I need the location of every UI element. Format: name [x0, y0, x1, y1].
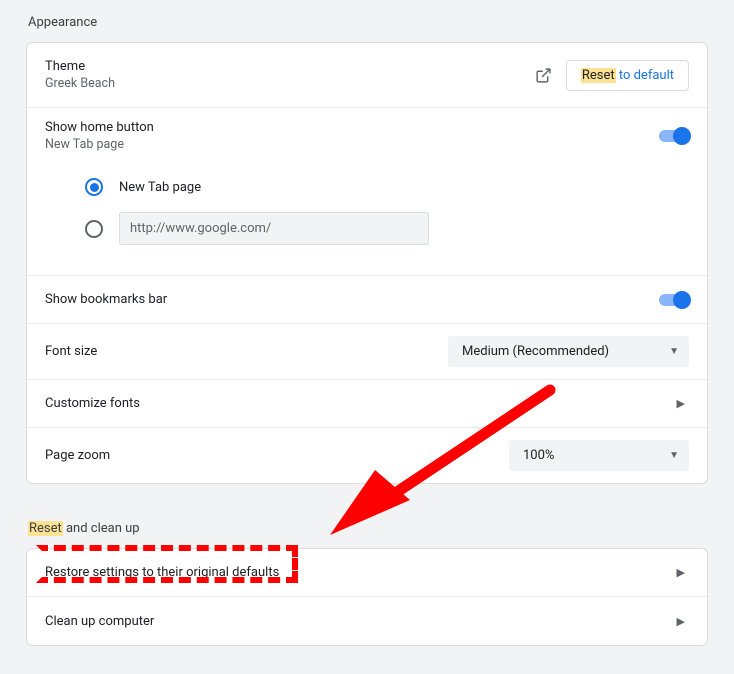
- font-size-row: Font size Medium (Recommended) ▼: [27, 324, 707, 380]
- chevron-right-icon: ▶: [677, 615, 689, 628]
- caret-down-icon: ▼: [669, 346, 679, 357]
- restore-settings-label: Restore settings to their original defau…: [45, 565, 279, 580]
- appearance-section-title: Appearance: [28, 15, 708, 30]
- theme-label-stack: Theme Greek Beach: [45, 59, 115, 91]
- theme-controls: Reset to default: [535, 60, 689, 91]
- font-size-dropdown[interactable]: Medium (Recommended) ▼: [448, 336, 689, 367]
- page-zoom-label: Page zoom: [45, 448, 110, 463]
- home-radio-newtab[interactable]: New Tab page: [45, 170, 689, 204]
- customize-fonts-row[interactable]: Customize fonts ▶: [27, 380, 707, 428]
- home-label: Show home button: [45, 120, 154, 135]
- home-url-input[interactable]: [119, 212, 429, 245]
- appearance-card: Theme Greek Beach Reset to default Show …: [26, 42, 708, 484]
- radio-icon-selected[interactable]: [85, 178, 103, 196]
- font-size-value: Medium (Recommended): [462, 344, 609, 359]
- bookmarks-label: Show bookmarks bar: [45, 292, 167, 307]
- bookmarks-row: Show bookmarks bar: [27, 276, 707, 324]
- bookmarks-toggle[interactable]: [659, 294, 689, 306]
- theme-value: Greek Beach: [45, 76, 115, 91]
- theme-row: Theme Greek Beach Reset to default: [27, 43, 707, 108]
- home-button-row: Show home button New Tab page: [27, 108, 707, 156]
- home-radio-url[interactable]: [45, 204, 689, 253]
- reset-highlight: Reset: [581, 68, 616, 83]
- reset-to-default-button[interactable]: Reset to default: [566, 60, 689, 91]
- home-sub: New Tab page: [45, 137, 154, 152]
- page-zoom-dropdown[interactable]: 100% ▼: [509, 440, 689, 471]
- restore-settings-row[interactable]: Restore settings to their original defau…: [27, 549, 707, 597]
- toggle-knob: [673, 291, 691, 309]
- home-label-stack: Show home button New Tab page: [45, 120, 154, 152]
- radio-icon-unselected[interactable]: [85, 220, 103, 238]
- reset-title-suffix: and clean up: [63, 521, 140, 536]
- theme-label: Theme: [45, 59, 115, 74]
- reset-card: Restore settings to their original defau…: [26, 548, 708, 646]
- reset-suffix: to default: [616, 68, 674, 83]
- toggle-knob: [673, 127, 691, 145]
- cleanup-computer-row[interactable]: Clean up computer ▶: [27, 597, 707, 645]
- chevron-right-icon: ▶: [677, 397, 689, 410]
- page-zoom-row: Page zoom 100% ▼: [27, 428, 707, 483]
- radio-label-newtab: New Tab page: [119, 180, 201, 195]
- cleanup-label: Clean up computer: [45, 614, 154, 629]
- font-size-label: Font size: [45, 344, 97, 359]
- home-toggle[interactable]: [659, 130, 689, 142]
- chevron-right-icon: ▶: [677, 566, 689, 579]
- caret-down-icon: ▼: [669, 450, 679, 461]
- reset-title-highlight: Reset: [28, 521, 63, 536]
- reset-section-title: Reset and clean up: [28, 521, 708, 536]
- open-in-new-icon[interactable]: [535, 67, 552, 84]
- page-zoom-value: 100%: [523, 448, 554, 463]
- home-radio-block: New Tab page: [27, 170, 707, 276]
- customize-fonts-label: Customize fonts: [45, 396, 140, 411]
